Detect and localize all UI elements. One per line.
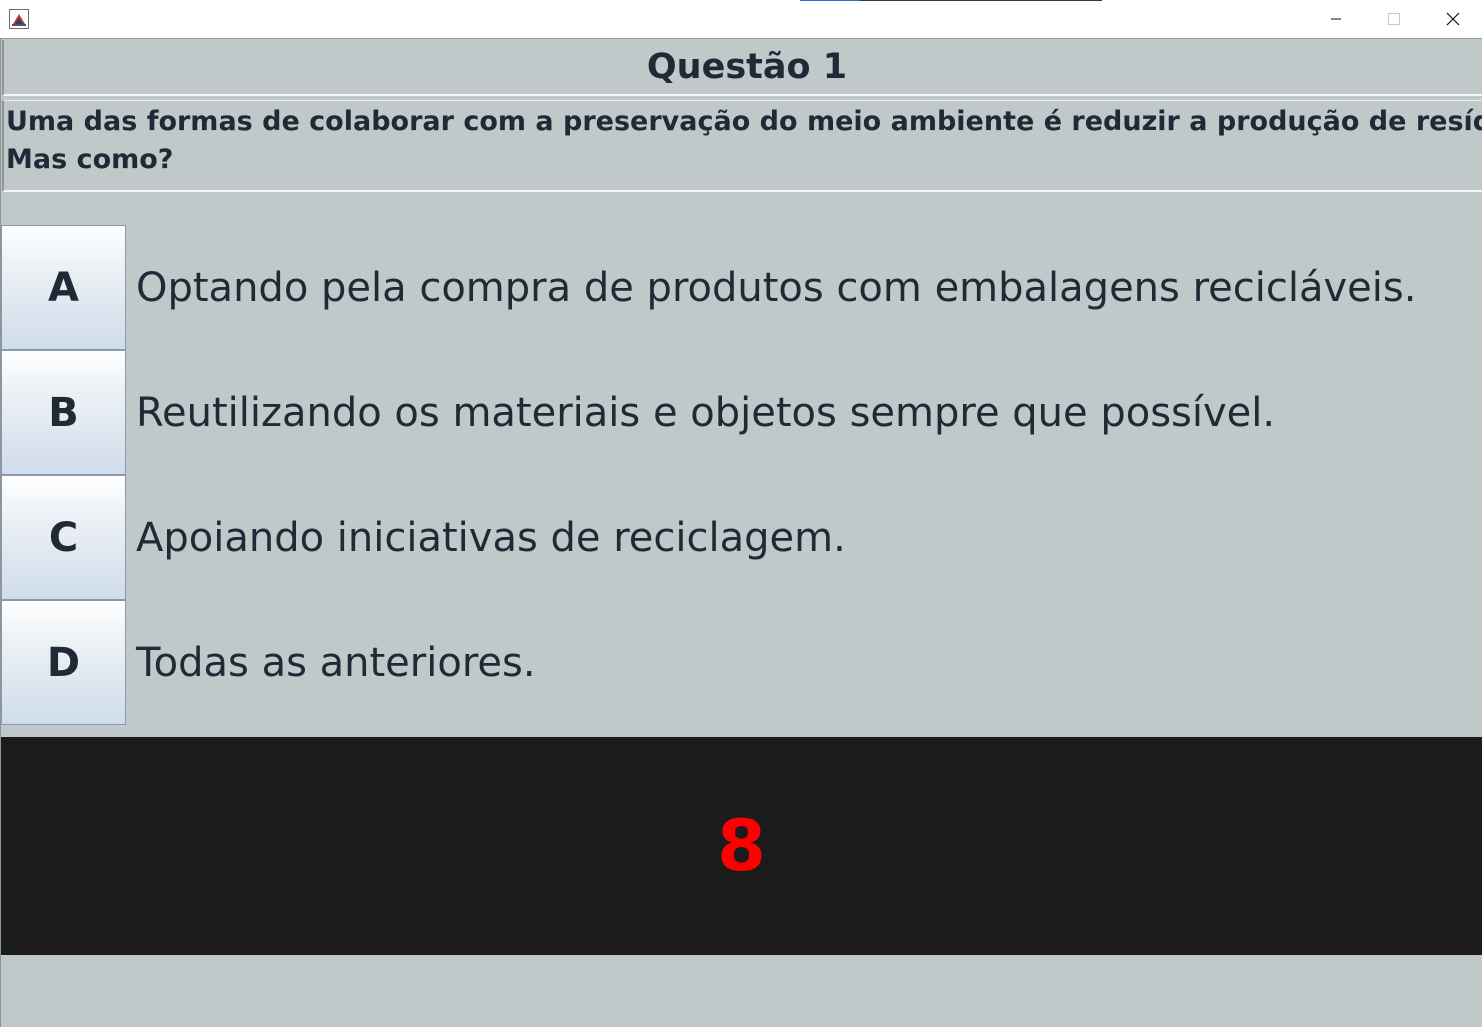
question-text: Uma das formas de colaborar com a preser…	[6, 106, 1482, 175]
option-b: B Reutilizando os materiais e objetos se…	[1, 350, 1482, 475]
minimize-icon	[1331, 18, 1341, 20]
close-icon	[1446, 12, 1460, 26]
option-a-button[interactable]: A	[1, 225, 126, 350]
timer-countdown: 8	[717, 805, 766, 887]
quiz-window: Questão 1 Uma das formas de colaborar co…	[0, 0, 1482, 1027]
option-b-text: Reutilizando os materiais e objetos semp…	[136, 389, 1276, 436]
title-accent-line	[800, 0, 1102, 1]
title-bar[interactable]	[0, 0, 1482, 39]
timer-panel: 8	[1, 737, 1482, 955]
question-body: Uma das formas de colaborar com a preser…	[2, 100, 1482, 192]
maximize-button[interactable]	[1365, 0, 1423, 38]
question-title: Questão 1	[646, 47, 848, 87]
option-b-button[interactable]: B	[1, 350, 126, 475]
java-app-icon	[9, 9, 29, 29]
option-c-text: Apoiando iniciativas de reciclagem.	[136, 514, 846, 561]
minimize-button[interactable]	[1307, 0, 1365, 38]
question-header: Questão 1	[2, 40, 1482, 96]
close-button[interactable]	[1424, 0, 1482, 38]
option-d-text: Todas as anteriores.	[136, 639, 536, 686]
option-d-button[interactable]: D	[1, 600, 126, 725]
option-c: C Apoiando iniciativas de reciclagem.	[1, 475, 1482, 600]
option-a-text: Optando pela compra de produtos com emba…	[136, 264, 1417, 311]
maximize-icon	[1388, 13, 1400, 25]
option-d: D Todas as anteriores.	[1, 600, 1482, 725]
option-a: A Optando pela compra de produtos com em…	[1, 225, 1482, 350]
option-c-button[interactable]: C	[1, 475, 126, 600]
